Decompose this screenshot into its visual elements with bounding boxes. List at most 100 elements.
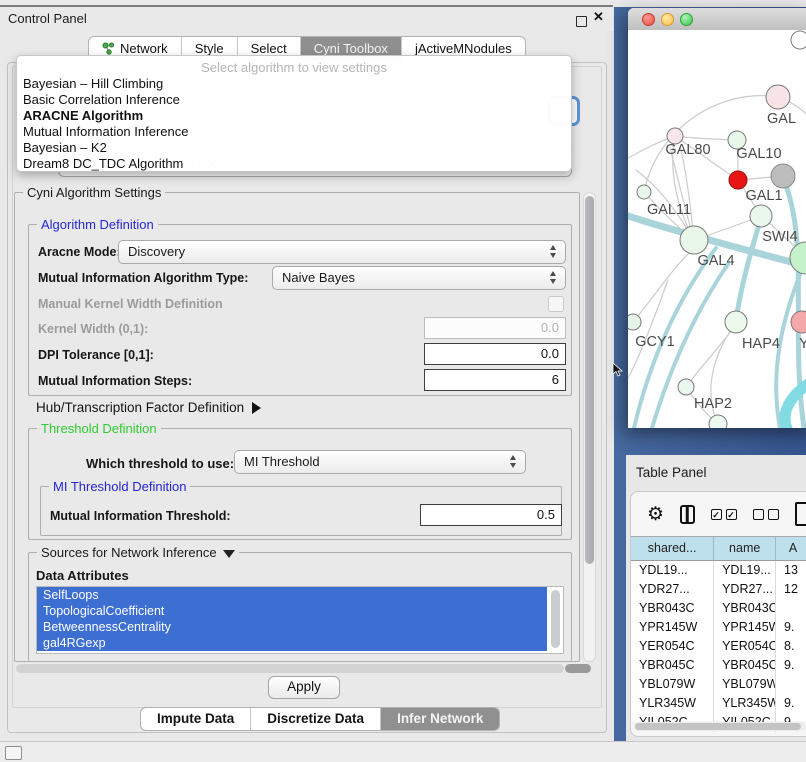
network-node[interactable] [709,415,727,428]
control-panel-titlebar: Control Panel ✕ [0,7,613,31]
hub-definition-toggle[interactable]: Hub/Transcription Factor Definition [36,400,261,415]
mi-steps-field[interactable]: 6 [424,369,566,391]
mi-algorithm-type-combo[interactable]: Naive Bayes [272,266,566,290]
float-panel-icon[interactable] [576,16,587,27]
network-node[interactable] [678,379,694,395]
deselect-all-columns-icon[interactable] [753,509,779,520]
table-cell: YLR345W [631,694,714,713]
mouse-cursor [612,362,624,378]
network-edge [644,96,778,192]
table-row[interactable]: YBR045CYBR045C9. [631,656,806,675]
close-traffic-light-icon[interactable] [642,13,655,26]
algorithm-option[interactable]: Mutual Information Inference [17,124,571,140]
tab-infer-network[interactable]: Infer Network [381,708,499,730]
table-cell: YPR145W [631,618,714,637]
table-cell: YBR043C [714,599,776,618]
table-cell: 12 [776,580,806,599]
mi-threshold-field[interactable]: 0.5 [420,504,562,526]
network-node[interactable] [680,226,708,254]
dpi-tolerance-field[interactable]: 0.0 [424,343,566,365]
column-header[interactable]: A [776,537,806,560]
table-horizontal-scrollbar[interactable] [634,722,806,731]
new-table-icon[interactable] [795,502,806,526]
minimize-traffic-light-icon[interactable] [661,13,674,26]
table-panel-body: ⚙ ✓✓ shared...nameA YDL19...YDL19...13YD… [630,491,806,737]
sources-legend[interactable]: Sources for Network Inference [37,545,239,560]
mi-threshold-definition-legend: MI Threshold Definition [49,479,190,494]
network-node[interactable] [766,85,790,109]
gear-icon[interactable]: ⚙ [647,505,664,524]
node-label: GAL1 [745,188,782,204]
manual-kernel-width-checkbox[interactable] [548,296,564,312]
network-node[interactable] [790,242,806,274]
table-row[interactable]: YBL079WYBL079W [631,675,806,694]
tab-impute-data[interactable]: Impute Data [141,708,251,730]
table-panel: Table Panel ⚙ ✓✓ shared...nameA YDL19...… [626,455,806,741]
table-row[interactable]: YDL19...YDL19...13 [631,561,806,580]
table-row[interactable]: YBR043CYBR043C [631,599,806,618]
table-row[interactable]: YDR27...YDR27...12 [631,580,806,599]
network-node[interactable] [750,205,772,227]
node-label: GAL [767,111,796,127]
attribute-item[interactable]: TopologicalCoefficient [37,603,547,619]
table-cell: YPR145W [714,618,776,637]
expanded-arrow-icon [223,550,235,558]
attribute-item[interactable]: SelfLoops [37,587,547,603]
screenshot-root: GALGAL80GAL10GAL1GAL11SWI4GAL4GCY1HAP4YH… [0,0,806,762]
column-header[interactable]: name [714,537,776,560]
columns-icon[interactable] [680,505,694,524]
zoom-traffic-light-icon[interactable] [680,13,693,26]
collapsed-arrow-icon [252,402,261,414]
algorithm-option[interactable]: Dream8 DC_TDC Algorithm [17,156,571,172]
attribute-item[interactable]: gal4RGexp [37,635,547,651]
table-row[interactable]: YLR345WYLR345W9. [631,694,806,713]
settings-horizontal-scrollbar[interactable] [14,664,592,674]
attribute-item[interactable]: BetweennessCentrality [37,619,547,635]
cyni-bottom-tabbar: Impute Data Discretize Data Infer Networ… [140,707,500,731]
which-threshold-combo[interactable]: MI Threshold [234,450,526,474]
network-edge [736,218,761,322]
algorithm-option[interactable]: ARACNE Algorithm [17,108,571,124]
minimized-panel-icon[interactable] [5,746,22,760]
control-panel-title: Control Panel [8,11,87,26]
table-cell [776,675,806,694]
node-label: GAL10 [736,146,781,162]
network-node[interactable] [637,185,651,199]
network-node[interactable] [725,311,747,333]
column-header[interactable]: shared... [631,537,714,560]
combo-arrows-icon [550,245,557,261]
table-row[interactable]: YPR145WYPR145W9. [631,618,806,637]
network-node[interactable] [729,171,747,189]
network-node[interactable] [628,314,641,330]
table-cell: 9. [776,656,806,675]
network-edge [633,252,690,322]
table-rows: YDL19...YDL19...13YDR27...YDR27...12YBR0… [631,561,806,732]
apply-button[interactable]: Apply [268,676,340,699]
network-window-titlebar[interactable] [628,8,806,31]
table-cell: YBL079W [631,675,714,694]
close-panel-icon[interactable]: ✕ [593,9,604,25]
node-label: GAL4 [697,253,734,269]
settings-vertical-scrollbar[interactable] [583,192,596,662]
algorithm-dropdown-popup: Select algorithm to view settings Bayesi… [16,55,572,172]
network-node[interactable] [791,31,806,49]
data-attributes-list[interactable]: SelfLoopsTopologicalCoefficientBetweenne… [36,586,564,654]
network-view-window: GALGAL80GAL10GAL1GAL11SWI4GAL4GCY1HAP4YH… [628,8,806,428]
table-cell: 13 [776,561,806,580]
table-cell: YDL19... [714,561,776,580]
tab-discretize-data[interactable]: Discretize Data [251,708,381,730]
list-scrollbar[interactable] [551,590,560,648]
table-row[interactable]: YER054CYER054C8. [631,637,806,656]
algorithm-option[interactable]: Basic Correlation Inference [17,92,571,108]
network-canvas[interactable]: GALGAL80GAL10GAL1GAL11SWI4GAL4GCY1HAP4YH… [628,30,806,428]
algorithm-option[interactable]: Bayesian – K2 [17,140,571,156]
table-cell: YER054C [714,637,776,656]
node-table[interactable]: shared...nameA YDL19...YDL19...13YDR27..… [631,536,806,721]
select-all-columns-icon[interactable]: ✓✓ [711,509,737,520]
network-node[interactable] [771,164,795,188]
network-node[interactable] [791,311,806,333]
kernel-width-field[interactable]: 0.0 [424,317,566,339]
algorithm-option[interactable]: Bayesian – Hill Climbing [17,76,571,92]
aracne-mode-combo[interactable]: Discovery [118,240,566,264]
table-cell: YER054C [631,637,714,656]
